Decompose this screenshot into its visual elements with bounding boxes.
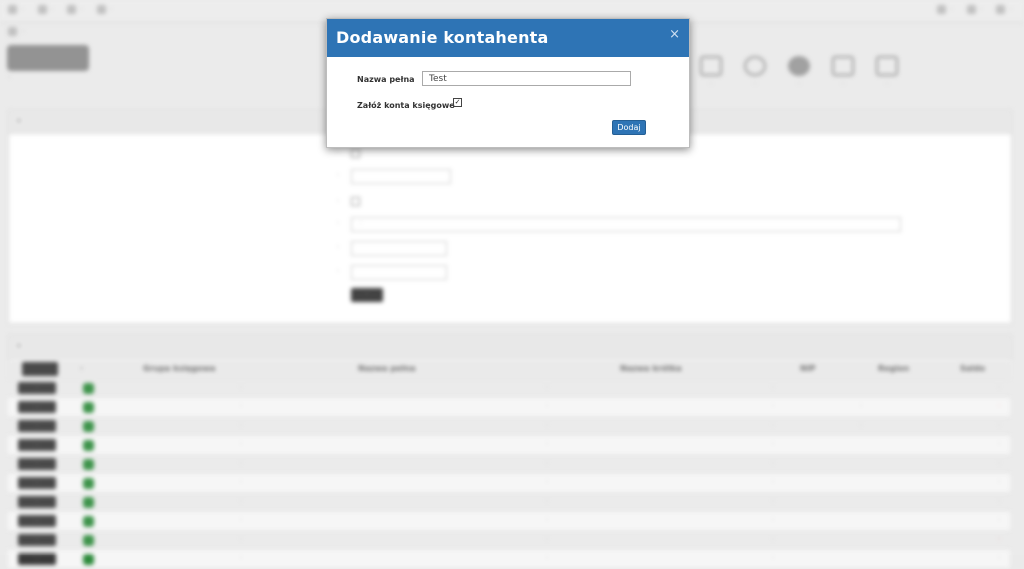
full-name-input[interactable] [422, 71, 631, 86]
dialog-title: Dodawanie kontahenta [336, 28, 549, 47]
create-accounts-label: Załóż konta księgowe [357, 101, 455, 110]
close-icon[interactable]: × [669, 28, 680, 42]
full-name-label: Nazwa pełna [357, 75, 415, 84]
add-button[interactable]: Dodaj [612, 120, 646, 135]
status-icon [83, 554, 94, 565]
create-accounts-checkbox[interactable]: ✓ [453, 98, 462, 107]
dialog-header: Dodawanie kontahenta × [327, 19, 689, 57]
add-contractor-dialog: Dodawanie kontahenta × Nazwa pełna Załóż… [326, 18, 690, 148]
